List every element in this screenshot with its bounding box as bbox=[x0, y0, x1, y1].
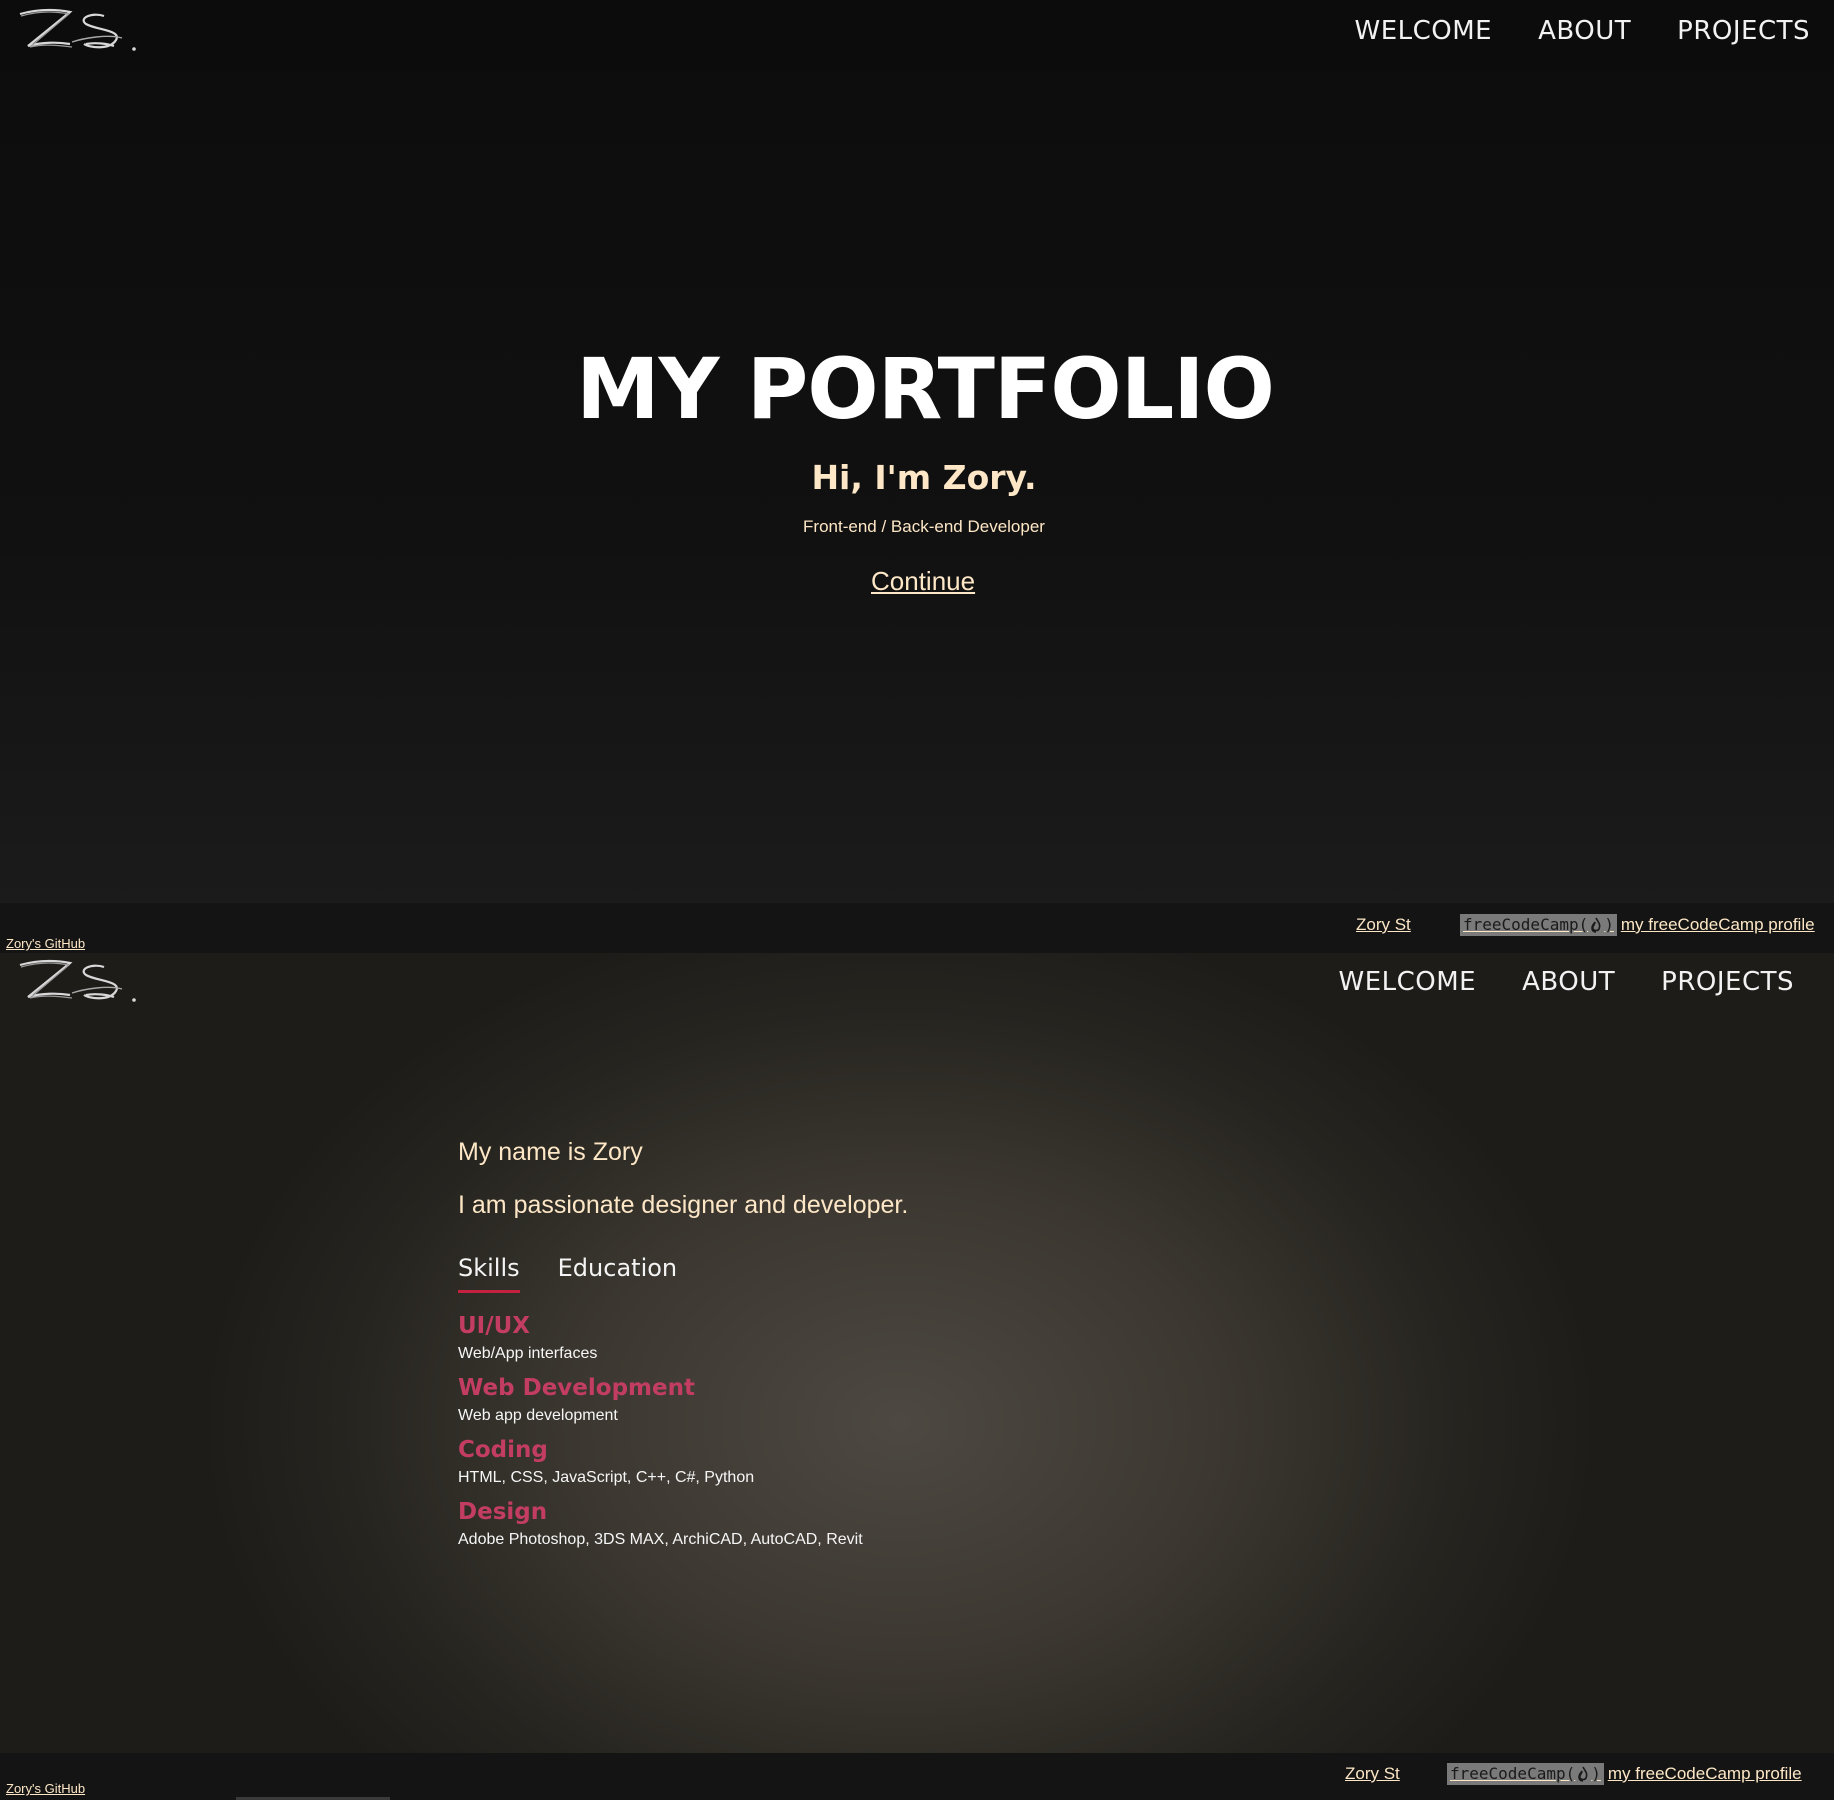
freecodecamp-profile-link[interactable]: freeCodeCamp( ) my freeCodeCamp profile bbox=[1460, 914, 1815, 936]
nav-about[interactable]: ABOUT bbox=[1538, 16, 1631, 46]
fcc-badge-prefix: freeCodeCamp( bbox=[1450, 1764, 1576, 1783]
about-content: My name is Zory I am passionate designer… bbox=[458, 1138, 1358, 1559]
greeting: Hi, I'm Zory. bbox=[811, 458, 1037, 497]
tab-education[interactable]: Education bbox=[558, 1254, 677, 1293]
logo-icon[interactable] bbox=[12, 955, 146, 1007]
github-link[interactable]: Zory's GitHub bbox=[6, 936, 85, 951]
skills-list: UI/UX Web/App interfaces Web Development… bbox=[458, 1311, 1358, 1553]
logo-icon[interactable] bbox=[12, 4, 146, 56]
continue-link[interactable]: Continue bbox=[871, 566, 975, 597]
skill-title: Design bbox=[458, 1499, 548, 1525]
freecodecamp-flame-icon bbox=[1591, 917, 1601, 933]
role-subtitle: Front-end / Back-end Developer bbox=[803, 517, 1045, 536]
page-title: MY PORTFOLIO bbox=[576, 340, 1275, 438]
nav-projects[interactable]: PROJECTS bbox=[1661, 967, 1794, 997]
about-section: WELCOME ABOUT PROJECTS My name is Zory I… bbox=[0, 953, 1834, 1753]
skill-desc: Adobe Photoshop, 3DS MAX, ArchiCAD, Auto… bbox=[458, 1531, 863, 1548]
skill-desc: HTML, CSS, JavaScript, C++, C#, Python bbox=[458, 1469, 755, 1486]
skill-desc: Web app development bbox=[458, 1407, 618, 1424]
skill-title: Coding bbox=[458, 1437, 548, 1463]
github-link[interactable]: Zory's GitHub bbox=[6, 1781, 85, 1796]
about-name-line: My name is Zory bbox=[458, 1138, 643, 1166]
top-nav: WELCOME ABOUT PROJECTS bbox=[1354, 16, 1810, 46]
about-tabs: Skills Education bbox=[458, 1254, 1358, 1293]
welcome-section: WELCOME ABOUT PROJECTS MY PORTFOLIO Hi, … bbox=[0, 0, 1834, 903]
skill-title: UI/UX bbox=[458, 1313, 531, 1339]
footer: Zory's GitHub Zory St freeCodeCamp( ) my… bbox=[0, 903, 1834, 953]
about-passion-line: I am passionate designer and developer. bbox=[458, 1191, 909, 1219]
fcc-badge-suffix: ) bbox=[1591, 1764, 1601, 1783]
freecodecamp-badge: freeCodeCamp( ) bbox=[1460, 914, 1617, 936]
tab-skills[interactable]: Skills bbox=[458, 1254, 520, 1293]
author-link[interactable]: Zory St bbox=[1356, 915, 1411, 935]
nav-projects[interactable]: PROJECTS bbox=[1677, 16, 1810, 46]
freecodecamp-badge: freeCodeCamp( ) bbox=[1447, 1763, 1604, 1785]
nav-about[interactable]: ABOUT bbox=[1522, 967, 1615, 997]
nav-welcome[interactable]: WELCOME bbox=[1354, 16, 1492, 46]
footer: Zory's GitHub Zory St freeCodeCamp( ) my… bbox=[0, 1753, 1834, 1800]
freecodecamp-flame-icon bbox=[1578, 1766, 1588, 1782]
skill-desc: Web/App interfaces bbox=[458, 1345, 598, 1362]
fcc-profile-label: my freeCodeCamp profile bbox=[1607, 1764, 1802, 1783]
fcc-profile-label: my freeCodeCamp profile bbox=[1620, 915, 1815, 934]
fcc-badge-suffix: ) bbox=[1604, 915, 1614, 934]
fcc-badge-prefix: freeCodeCamp( bbox=[1463, 915, 1589, 934]
nav-welcome[interactable]: WELCOME bbox=[1338, 967, 1476, 997]
skill-title: Web Development bbox=[458, 1375, 695, 1401]
author-link[interactable]: Zory St bbox=[1345, 1764, 1400, 1784]
freecodecamp-profile-link[interactable]: freeCodeCamp( ) my freeCodeCamp profile bbox=[1447, 1763, 1802, 1785]
top-nav: WELCOME ABOUT PROJECTS bbox=[1338, 967, 1794, 997]
